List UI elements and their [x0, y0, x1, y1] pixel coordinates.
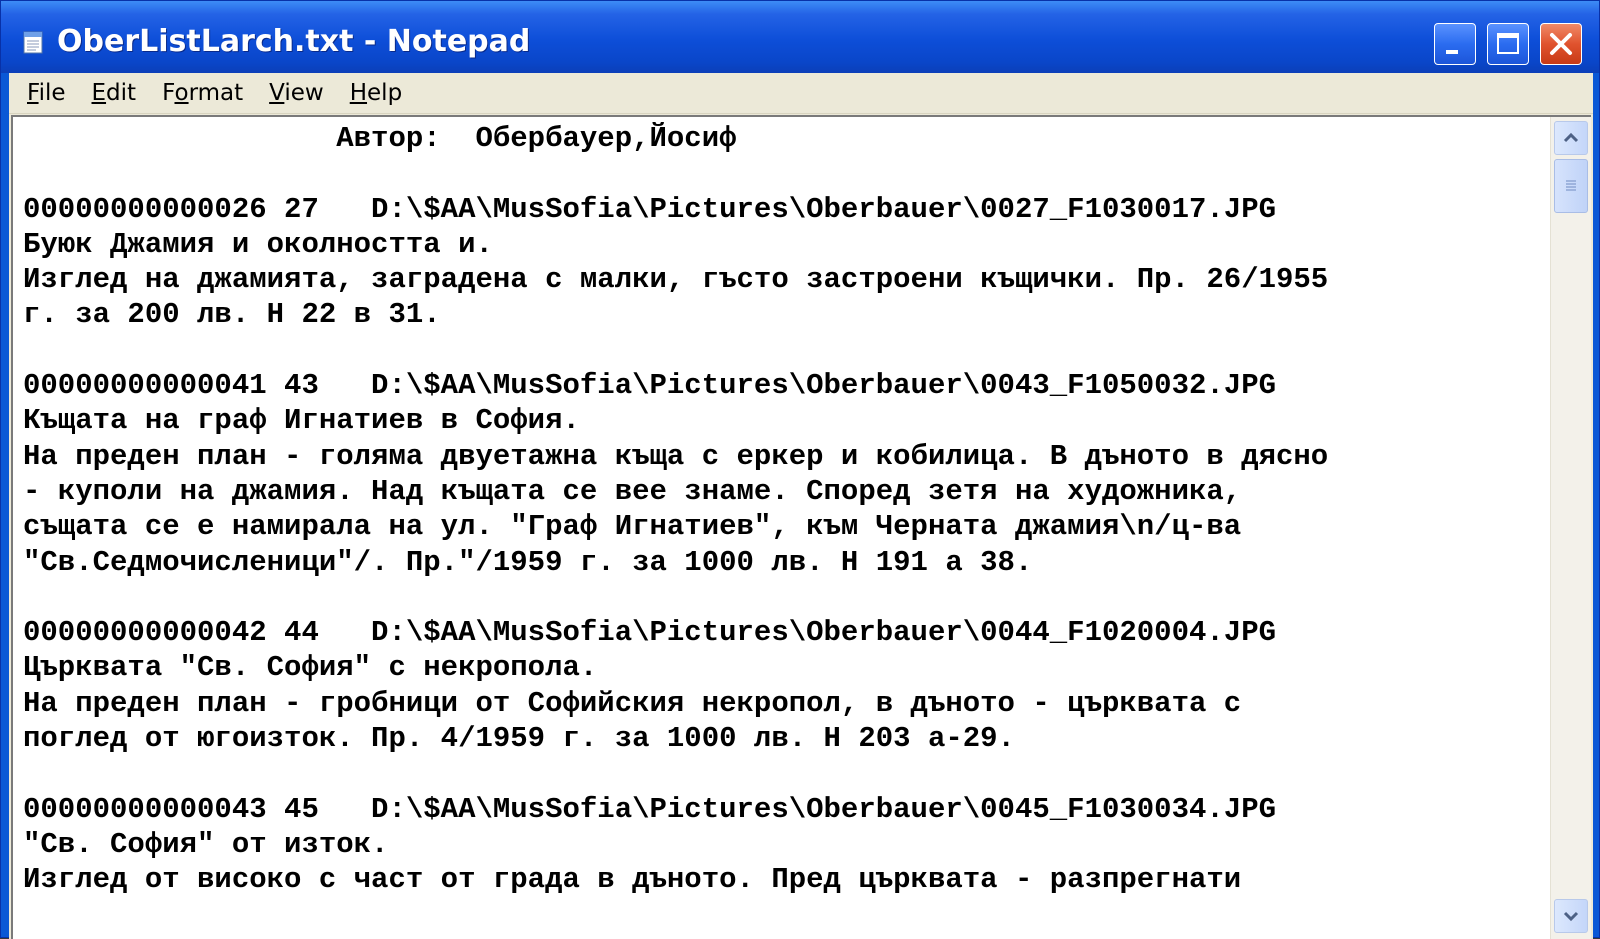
- text-line: 00000000000041 43 D:\$AA\MusSofia\Pictur…: [23, 369, 1277, 403]
- text-line: Изглед от високо с част от града в дънот…: [23, 863, 1242, 897]
- text-line: [23, 756, 1533, 791]
- scroll-up-arrow-icon: [1563, 132, 1579, 143]
- text-line: същата се е намирала на ул. "Граф Игнати…: [23, 510, 1242, 544]
- close-icon: [1550, 33, 1572, 55]
- text-line: Автор: Обербауер,Йосиф: [23, 122, 737, 155]
- menu-help[interactable]: Help: [337, 73, 415, 113]
- text-line: [23, 333, 1533, 368]
- close-button[interactable]: [1540, 23, 1582, 65]
- document-text[interactable]: Автор: Обербауер,Йосиф 00000000000026 27 …: [23, 121, 1533, 921]
- menu-bar: File Edit Format View Help: [9, 73, 1593, 114]
- text-line: - куполи на джамия. Над къщата се вее зн…: [23, 474, 1242, 508]
- text-line: [23, 156, 1533, 191]
- text-line: г. за 200 лв. Н 22 в 31.: [23, 298, 441, 332]
- notepad-icon: [23, 31, 43, 54]
- text-editor[interactable]: Автор: Обербауер,Йосиф 00000000000026 27 …: [11, 115, 1591, 939]
- scroll-up-button[interactable]: [1554, 121, 1588, 155]
- title-bar[interactable]: OberListLarch.txt - Notepad: [1, 1, 1599, 73]
- notepad-window: OberListLarch.txt - Notepad File Edit Form…: [0, 0, 1600, 939]
- menu-edit[interactable]: Edit: [79, 73, 150, 113]
- text-line: 00000000000042 44 D:\$AA\MusSofia\Pictur…: [23, 616, 1277, 650]
- menu-format[interactable]: Format: [149, 73, 256, 113]
- scroll-down-button[interactable]: [1554, 899, 1588, 933]
- minimize-button[interactable]: [1434, 23, 1476, 65]
- scroll-thumb[interactable]: [1554, 159, 1588, 213]
- text-line: 00000000000043 45 D:\$AA\MusSofia\Pictur…: [23, 792, 1277, 826]
- window-client-area: File Edit Format View Help Автор: Обербауер,…: [9, 73, 1593, 939]
- vertical-scrollbar[interactable]: [1550, 117, 1591, 939]
- text-line: На преден план - голяма двуетажна къща с…: [23, 439, 1329, 473]
- text-line: "Св. София" от изток.: [23, 827, 389, 861]
- text-line: 00000000000026 27 D:\$AA\MusSofia\Pictur…: [23, 192, 1277, 226]
- menu-file[interactable]: File: [9, 73, 79, 113]
- text-line: Изглед на джамията, заградена с малки, г…: [23, 263, 1329, 297]
- text-line: "Св.Седмочисленици"/. Пр."/1959 г. за 10…: [23, 545, 1033, 579]
- text-line: Буюк Джамия и околността и.: [23, 227, 493, 261]
- text-line: Къщата на граф Игнатиев в София.: [23, 404, 580, 438]
- scroll-grip-icon: [1566, 180, 1576, 191]
- text-line: [23, 580, 1533, 615]
- text-line: Църквата "Св. София" с некропола.: [23, 651, 598, 685]
- scroll-down-arrow-icon: [1563, 911, 1579, 922]
- text-line: поглед от югоизток. Пр. 4/1959 г. за 100…: [23, 722, 1015, 756]
- maximize-button[interactable]: [1487, 23, 1529, 65]
- maximize-icon: [1497, 33, 1519, 54]
- minimize-icon: [1446, 50, 1458, 54]
- window-title: OberListLarch.txt - Notepad: [57, 24, 531, 59]
- text-line: На преден план - гробници от Софийския н…: [23, 686, 1242, 720]
- menu-view[interactable]: View: [256, 73, 337, 113]
